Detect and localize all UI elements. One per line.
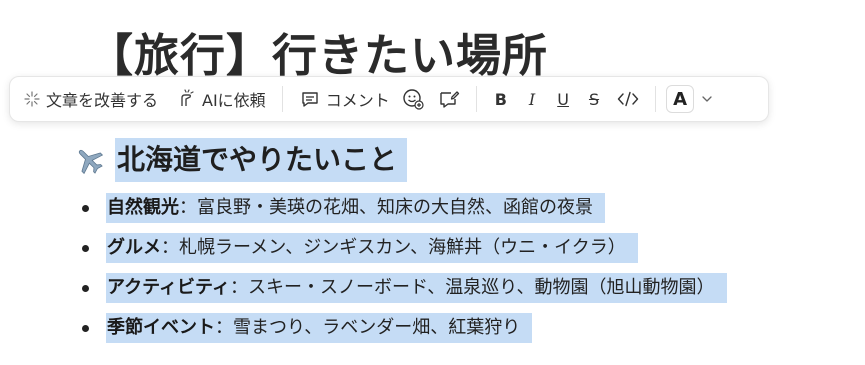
list-item-text: グルメ：札幌ラーメン、ジンギスカン、海鮮丼（ウニ・イクラ） xyxy=(106,233,638,263)
comment-label: コメント xyxy=(325,91,390,110)
list-item-separator: ： xyxy=(215,317,233,338)
list-item-title: 自然観光 xyxy=(107,197,179,218)
list-item-body: スキー・スノーボード、温泉巡り、動物園（旭山動物園） xyxy=(247,277,715,298)
section-heading: 北海道でやりたいこと xyxy=(73,138,408,182)
floating-format-toolbar: 文章を改善する AIに依頼 コメント B I U S A xyxy=(9,76,769,122)
section-heading-text: 北海道でやりたいこと xyxy=(115,138,408,182)
bold-button[interactable]: B xyxy=(495,77,507,121)
list-item-body: 札幌ラーメン、ジンギスカン、海鮮丼（ウニ・イクラ） xyxy=(179,237,626,258)
toolbar-divider xyxy=(281,86,283,112)
bullet-dot xyxy=(82,244,89,252)
text-color-glyph: A xyxy=(673,88,688,110)
text-color-swatch: A xyxy=(666,85,695,113)
emoji-add-icon xyxy=(403,89,424,110)
list-item-separator: ： xyxy=(229,277,248,298)
list-item: グルメ：札幌ラーメン、ジンギスカン、海鮮丼（ウニ・イクラ） xyxy=(82,228,727,268)
list-item-text: 季節イベント：雪まつり、ラベンダー畑、紅葉狩り xyxy=(106,313,533,343)
strikethrough-button[interactable]: S xyxy=(589,77,599,121)
list-item: アクティビティ：スキー・スノーボード、温泉巡り、動物園（旭山動物園） xyxy=(82,268,727,308)
italic-glyph: I xyxy=(528,89,536,109)
chevron-down-icon xyxy=(702,96,712,102)
edit-comment-button[interactable] xyxy=(438,77,460,121)
list-item-title: グルメ xyxy=(107,237,161,258)
list-item-text: 自然観光：富良野・美瑛の花畑、知床の大自然、函館の夜景 xyxy=(106,193,605,223)
sparkle-icon xyxy=(24,91,40,107)
list-item-separator: ： xyxy=(179,197,197,218)
list-item-separator: ： xyxy=(161,237,179,258)
bullet-dot xyxy=(82,204,89,212)
list-item-title: アクティビティ xyxy=(107,277,230,298)
inline-code-button[interactable] xyxy=(617,77,639,121)
ask-ai-button[interactable]: AIに依頼 xyxy=(176,77,266,121)
edit-comment-icon xyxy=(440,91,459,108)
text-color-button[interactable]: A xyxy=(666,77,714,121)
add-reaction-button[interactable] xyxy=(402,77,424,121)
toolbar-divider xyxy=(655,86,657,112)
airplane-icon xyxy=(78,149,104,175)
code-icon xyxy=(617,91,639,107)
improve-writing-label: 文章を改善する xyxy=(46,91,159,110)
strikethrough-glyph: S xyxy=(588,89,600,109)
list-item: 季節イベント：雪まつり、ラベンダー畑、紅葉狩り xyxy=(82,308,727,348)
list-item: 自然観光：富良野・美瑛の花畑、知床の大自然、函館の夜景 xyxy=(82,188,727,228)
bullet-dot xyxy=(82,284,89,292)
bold-glyph: B xyxy=(494,89,507,109)
list-item-text: アクティビティ：スキー・スノーボード、温泉巡り、動物園（旭山動物園） xyxy=(106,273,727,303)
list-item-body: 雪まつり、ラベンダー畑、紅葉狩り xyxy=(233,317,521,338)
improve-writing-button[interactable]: 文章を改善する xyxy=(24,77,158,121)
list-item-body: 富良野・美瑛の花畑、知床の大自然、函館の夜景 xyxy=(197,197,593,218)
underline-button[interactable]: U xyxy=(557,77,569,121)
ask-ai-label: AIに依頼 xyxy=(202,91,266,110)
toolbar-divider xyxy=(475,86,477,112)
list-item-title: 季節イベント xyxy=(107,317,215,338)
comment-button[interactable]: コメント xyxy=(300,77,390,121)
italic-button[interactable]: I xyxy=(529,77,535,121)
comment-icon xyxy=(301,92,318,107)
bullet-dot xyxy=(82,324,89,332)
ai-hand-icon xyxy=(181,89,194,106)
bullet-list: 自然観光：富良野・美瑛の花畑、知床の大自然、函館の夜景 グルメ：札幌ラーメン、ジ… xyxy=(82,188,727,348)
underline-glyph: U xyxy=(557,89,569,109)
